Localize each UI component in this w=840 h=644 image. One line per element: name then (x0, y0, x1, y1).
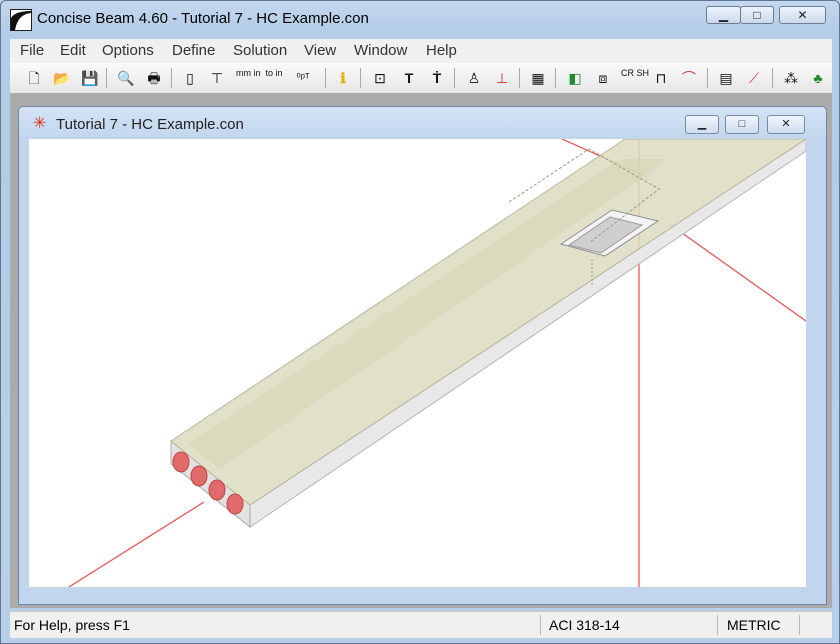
toolbar-separator (707, 68, 708, 88)
strands-icon[interactable]: ⧈ (593, 68, 613, 88)
title-bar[interactable]: Concise Beam 4.60 - Tutorial 7 - HC Exam… (1, 1, 839, 35)
chart-icon[interactable]: ⟋ (744, 68, 764, 88)
doc-close-button[interactable]: ✕ (767, 115, 805, 134)
calculator-icon[interactable]: ▦ (528, 68, 548, 88)
app-logo-icon (10, 9, 32, 31)
menu-define[interactable]: Define (172, 42, 215, 59)
maximize-icon: □ (738, 118, 746, 130)
toolbar-separator (454, 68, 455, 88)
menu-file[interactable]: File (20, 42, 44, 59)
camber-icon[interactable]: ⌒ (679, 68, 699, 88)
status-help-text: For Help, press F1 (14, 617, 130, 633)
status-divider (540, 615, 541, 635)
doc-minimize-button[interactable]: ▁ (685, 115, 719, 134)
minimize-button[interactable]: ▁ (706, 6, 741, 24)
axis-line-y (68, 501, 205, 587)
report-icon[interactable]: ▤ (716, 68, 736, 88)
doc-maximize-button[interactable]: □ (725, 115, 759, 134)
hollow-core-void (208, 479, 226, 501)
menu-help[interactable]: Help (426, 42, 457, 59)
close-icon: ✕ (781, 118, 791, 130)
to-in-icon[interactable]: to in (264, 68, 284, 88)
shear-graph-icon[interactable]: ⁂ (781, 68, 801, 88)
menu-view[interactable]: View (304, 42, 336, 59)
section-table-icon[interactable]: ⊤ (207, 68, 227, 88)
point-icon[interactable]: ⁰ᵖᵀ (293, 68, 313, 88)
beam-section-icon[interactable]: Ṫ (427, 68, 447, 88)
beam-data-icon[interactable]: ▯ (180, 68, 200, 88)
3d-viewport[interactable] (29, 139, 806, 587)
document-icon: ✳ (33, 115, 47, 132)
stirrup-icon[interactable]: ⊓ (651, 68, 671, 88)
window-title: Concise Beam 4.60 - Tutorial 7 - HC Exam… (37, 10, 369, 27)
toolbar-separator (519, 68, 520, 88)
close-icon: ✕ (797, 8, 808, 22)
slab-top-face (170, 139, 806, 506)
mm-to-in-icon[interactable]: mm in (236, 68, 261, 88)
print-icon[interactable]: 🖶 (144, 68, 164, 88)
save-icon[interactable]: 💾 (80, 68, 100, 88)
new-file-icon[interactable]: 🗋 (24, 68, 44, 88)
point-load-icon[interactable]: ⊥ (492, 68, 512, 88)
hollow-core-void (172, 451, 190, 473)
status-divider (799, 615, 800, 635)
hollow-core-void (226, 493, 244, 515)
maximize-button[interactable]: □ (740, 6, 774, 24)
app-window: Concise Beam 4.60 - Tutorial 7 - HC Exam… (0, 0, 840, 644)
toolbar-separator (325, 68, 326, 88)
minimize-icon: ▁ (697, 118, 707, 130)
document-window: ✳ Tutorial 7 - HC Example.con ▁ □ ✕ (18, 106, 827, 605)
menu-options[interactable]: Options (102, 42, 154, 59)
toolbar: 🗋 📂 💾 🔍 🖶 ▯ ⊤ mm in to in ⁰ᵖᵀ ℹ ⊡ T Ṫ ♙ … (10, 63, 832, 94)
status-bar: For Help, press F1 ACI 318-14 METRIC (10, 611, 832, 638)
status-design-code: ACI 318-14 (549, 617, 620, 633)
toolbar-separator (772, 68, 773, 88)
axis-line-x (667, 222, 806, 322)
minimize-icon: ▁ (718, 8, 729, 22)
grid-icon[interactable]: ⊡ (370, 68, 390, 88)
tree-icon[interactable]: ♣ (808, 68, 828, 88)
menu-solution[interactable]: Solution (233, 42, 287, 59)
menu-edit[interactable]: Edit (60, 42, 86, 59)
status-divider (717, 615, 718, 635)
close-button[interactable]: ✕ (779, 6, 826, 24)
creep-shrinkage-icon[interactable]: CR SH (621, 68, 649, 88)
info-icon[interactable]: ℹ (333, 68, 353, 88)
toolbar-separator (555, 68, 556, 88)
document-title: Tutorial 7 - HC Example.con (56, 116, 244, 133)
open-folder-icon[interactable]: 📂 (52, 68, 72, 88)
status-units: METRIC (727, 617, 781, 633)
t-beam-icon[interactable]: T (399, 68, 419, 88)
print-preview-icon[interactable]: 🔍 (116, 68, 136, 88)
toolbar-separator (171, 68, 172, 88)
stress-icon[interactable]: ◧ (565, 68, 585, 88)
toolbar-separator (360, 68, 361, 88)
menu-window[interactable]: Window (354, 42, 407, 59)
hollow-core-void (190, 465, 208, 487)
menu-bar: File Edit Options Define Solution View W… (10, 39, 832, 63)
maximize-icon: □ (753, 8, 761, 22)
load-person-icon[interactable]: ♙ (464, 68, 484, 88)
toolbar-separator (106, 68, 107, 88)
slab-shading (189, 159, 669, 469)
beam-3d-model (68, 139, 806, 587)
